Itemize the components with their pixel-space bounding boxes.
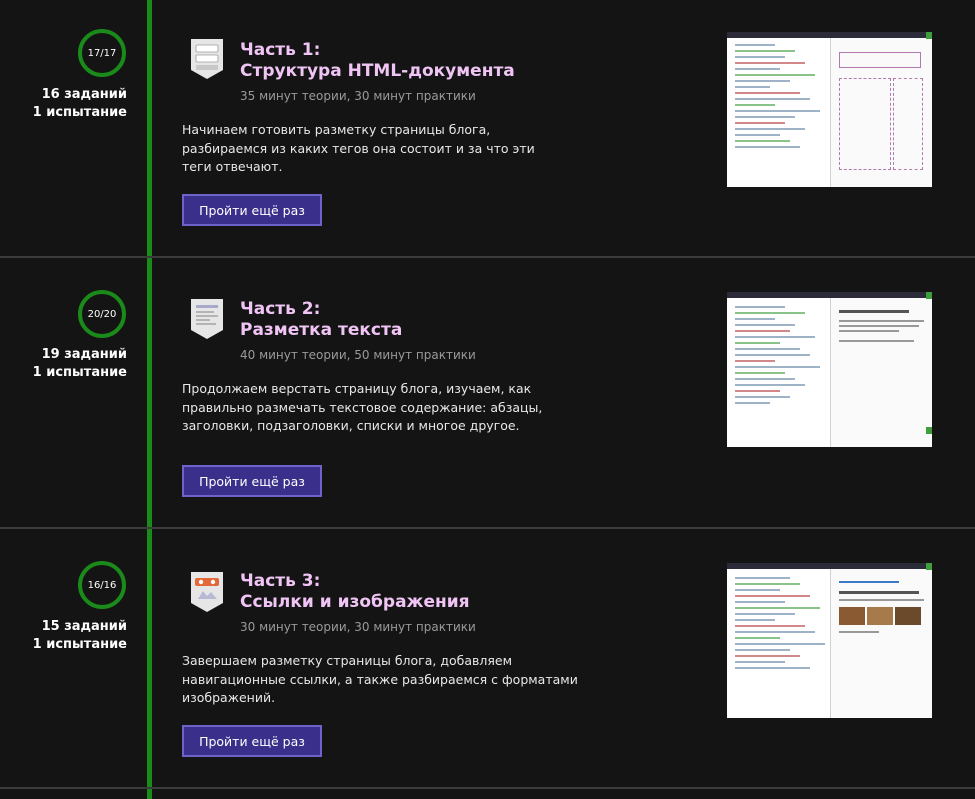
part-stats: 19 заданий 1 испытание [0,346,127,382]
tasks-count: 16 заданий [41,87,127,102]
tests-count: 1 испытание [32,637,127,652]
progress-circle: 20/20 [78,290,126,338]
section-divider [0,787,975,789]
progress-count: 17/17 [87,47,117,59]
part-duration: 35 минут теории, 30 минут практики [240,89,476,103]
part-number: Часть 1: [240,40,321,60]
links-images-badge-icon [191,572,223,612]
progress-circle: 16/16 [78,561,126,609]
retry-button[interactable]: Пройти ещё раз [182,194,322,226]
part-description: Начинаем готовить разметку страницы блог… [182,122,535,174]
part-description: Завершаем разметку страницы блога, добав… [182,653,578,705]
part-number: Часть 3: [240,571,321,591]
part-number: Часть 2: [240,299,321,319]
part-duration: 40 минут теории, 50 минут практики [240,348,476,362]
part-description: Продолжаем верстать страницу блога, изуч… [182,381,543,433]
retry-button[interactable]: Пройти ещё раз [182,725,322,757]
section-divider [0,527,975,529]
progress-count: 20/20 [87,308,117,320]
section-divider [0,256,975,258]
part-name: Разметка текста [240,320,403,340]
lesson-screenshot [727,292,932,447]
progress-circle: 17/17 [78,29,126,77]
lesson-screenshot [727,32,932,187]
timeline-line [147,0,152,799]
part-name: Ссылки и изображения [240,592,470,612]
lesson-screenshot [727,563,932,718]
part-title: Часть 3: Ссылки и изображения [240,571,470,613]
progress-count: 16/16 [87,579,117,591]
tests-count: 1 испытание [32,105,127,120]
part-stats: 15 заданий 1 испытание [0,618,127,654]
tasks-count: 15 заданий [41,619,127,634]
part-duration: 30 минут теории, 30 минут практики [240,620,476,634]
text-markup-badge-icon [191,299,223,339]
html-structure-badge-icon [191,39,223,79]
tests-count: 1 испытание [32,365,127,380]
retry-button[interactable]: Пройти ещё раз [182,465,322,497]
part-title: Часть 2: Разметка текста [240,299,402,341]
part-name: Структура HTML-документа [240,61,515,81]
part-title: Часть 1: Структура HTML-документа [240,40,515,82]
part-stats: 16 заданий 1 испытание [0,86,127,122]
tasks-count: 19 заданий [41,347,127,362]
